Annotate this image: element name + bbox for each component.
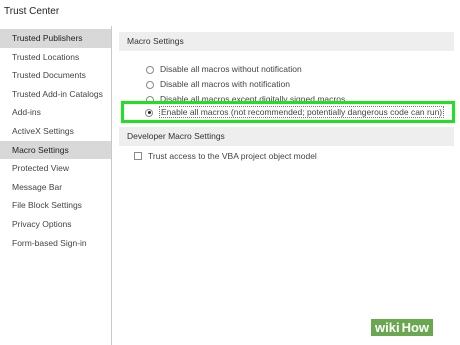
watermark-wiki: wiki — [371, 319, 402, 336]
sidebar-item-add-ins[interactable]: Add-ins — [0, 103, 111, 122]
trust-vba-label: Trust access to the VBA project object m… — [148, 151, 317, 161]
developer-macro-settings-header: Developer Macro Settings — [119, 127, 454, 146]
radio-enable-all-macros[interactable]: Enable all macros (not recommended; pote… — [145, 105, 445, 120]
radio-button-selected[interactable] — [145, 108, 153, 117]
sidebar-item-trusted-documents[interactable]: Trusted Documents — [0, 66, 111, 85]
sidebar-item-privacy-options[interactable]: Privacy Options — [0, 215, 111, 234]
sidebar-item-trusted-add-in-catalogs[interactable]: Trusted Add-in Catalogs — [0, 85, 111, 104]
sidebar-item-activex-settings[interactable]: ActiveX Settings — [0, 122, 111, 141]
wikihow-watermark: wiki How — [371, 319, 434, 336]
content-panel: Macro Settings Disable all macros withou… — [113, 26, 460, 345]
macro-settings-header: Macro Settings — [119, 32, 454, 51]
sidebar-item-protected-view[interactable]: Protected View — [0, 159, 111, 178]
window-title: Trust Center — [4, 6, 60, 17]
sidebar-item-macro-settings[interactable]: Macro Settings — [0, 140, 111, 160]
sidebar-item-message-bar[interactable]: Message Bar — [0, 178, 111, 197]
radio-label: Enable all macros (not recommended; pote… — [159, 106, 445, 118]
watermark-how: How — [401, 319, 434, 336]
sidebar: Trusted Publishers Trusted Locations Tru… — [0, 26, 112, 345]
radio-button[interactable] — [146, 80, 154, 89]
title-bar: Trust Center — [0, 0, 460, 26]
developer-section: Developer Macro Settings — [119, 127, 454, 146]
radio-label: Disable all macros without notification — [160, 64, 302, 74]
sidebar-item-form-based-sign-in[interactable]: Form-based Sign-in — [0, 234, 111, 253]
radio-label: Disable all macros with notification — [160, 79, 290, 89]
trust-vba-checkbox[interactable] — [134, 152, 142, 160]
sidebar-item-file-block-settings[interactable]: File Block Settings — [0, 196, 111, 215]
radio-disable-with-notification[interactable]: Disable all macros with notification — [146, 77, 345, 92]
highlight-box: Enable all macros (not recommended; pote… — [121, 101, 455, 123]
radio-button[interactable] — [146, 65, 154, 74]
trust-vba-option[interactable]: Trust access to the VBA project object m… — [134, 149, 317, 164]
sidebar-item-trusted-locations[interactable]: Trusted Locations — [0, 48, 111, 67]
sidebar-item-trusted-publishers[interactable]: Trusted Publishers — [0, 29, 111, 48]
radio-disable-without-notification[interactable]: Disable all macros without notification — [146, 62, 345, 77]
